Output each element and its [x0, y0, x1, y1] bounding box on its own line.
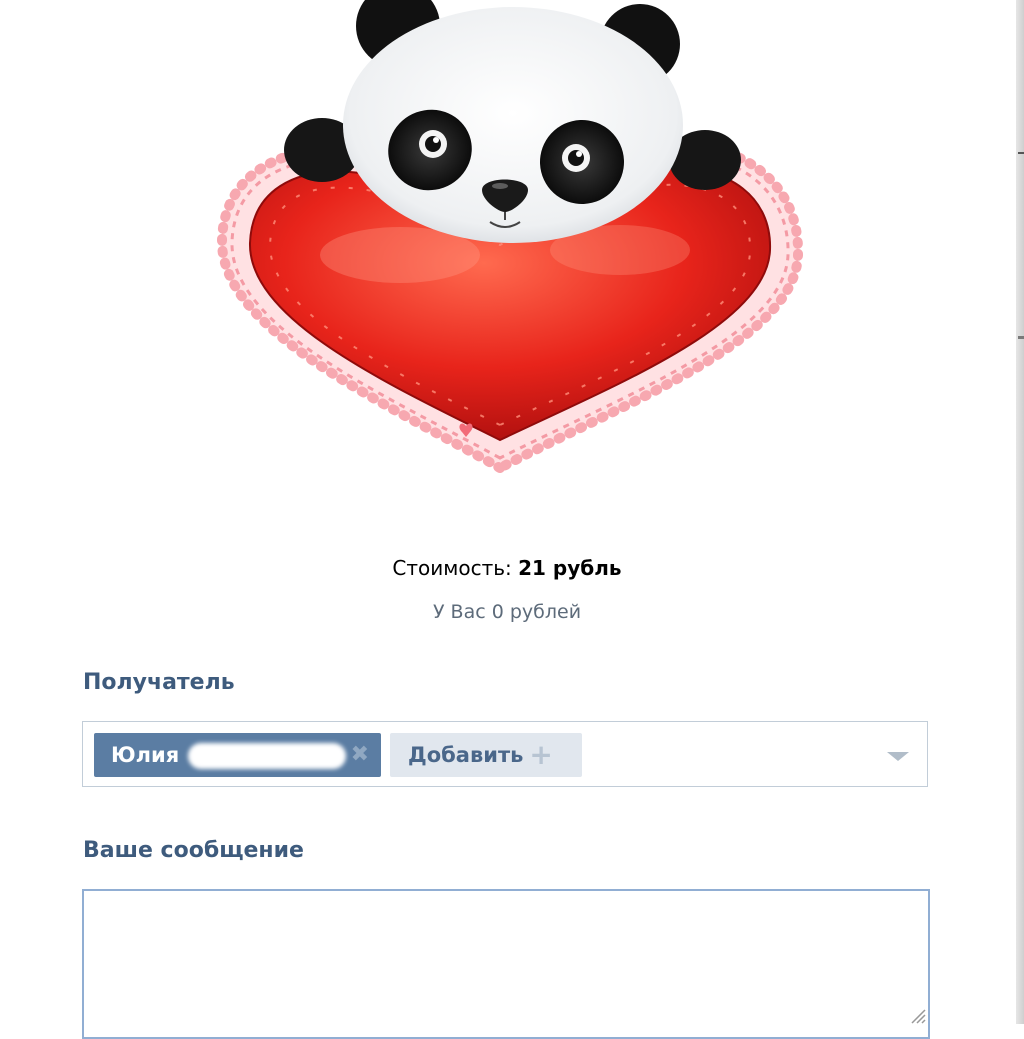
- dropdown-arrow-icon[interactable]: [887, 752, 909, 761]
- recipient-token-name: Юлия: [111, 743, 180, 767]
- redaction-blur: [188, 743, 346, 769]
- price-value: 21 рубль: [518, 556, 622, 580]
- price-label: Стоимость:: [392, 556, 512, 580]
- token-remove-icon[interactable]: ✖: [351, 733, 369, 777]
- recipient-token[interactable]: Юлия ✖: [94, 733, 381, 777]
- window-edge-mark: [1018, 336, 1024, 339]
- gift-price: Стоимость: 21 рубль: [0, 556, 1014, 580]
- plus-icon: +: [529, 738, 553, 771]
- add-recipient-label: Добавить: [408, 743, 524, 767]
- message-heading: Ваше сообщение: [83, 838, 304, 863]
- account-balance: У Вас 0 рублей: [432, 601, 582, 623]
- recipient-selector[interactable]: Юлия ✖ Добавить +: [82, 721, 928, 787]
- message-input[interactable]: [82, 889, 930, 1039]
- gift-image-panda-heart: [216, 0, 804, 474]
- resize-grip-icon[interactable]: [908, 1006, 926, 1024]
- add-recipient-button[interactable]: Добавить +: [390, 733, 582, 777]
- window-edge-mark: [1018, 152, 1024, 154]
- recipient-heading: Получатель: [83, 670, 235, 695]
